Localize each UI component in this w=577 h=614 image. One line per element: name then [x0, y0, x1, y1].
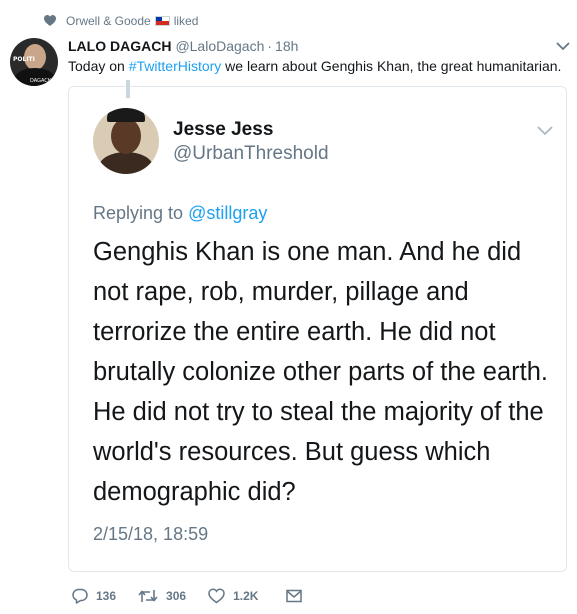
tweet-header: LALO DAGACH @LaloDagach · 18h — [68, 38, 298, 56]
quoted-text-line: He did not try to steal the majority of … — [93, 398, 544, 426]
avatar[interactable]: POLITI DAGACH — [10, 38, 58, 86]
quoted-tweet-text: Genghis Khan is one man. And he did not … — [93, 232, 563, 512]
quoted-text-line: world's resources. But guess which — [93, 438, 491, 466]
quoted-author-name[interactable]: Jesse Jess — [173, 119, 273, 141]
envelope-icon — [286, 589, 303, 603]
action-bar: 136 306 1.2K — [72, 585, 330, 607]
avatar-sublabel: DAGACH — [30, 78, 52, 84]
tweet-text: Today on #TwitterHistory we learn about … — [68, 58, 561, 74]
author-handle[interactable]: @LaloDagach — [175, 38, 264, 54]
heart-icon — [208, 588, 225, 604]
quoted-avatar[interactable] — [93, 108, 159, 174]
tweet-timestamp[interactable]: 18h — [275, 38, 298, 54]
social-context-actor[interactable]: Orwell & Goode — [66, 14, 151, 28]
chevron-down-icon[interactable] — [556, 40, 570, 52]
reply-icon — [72, 588, 88, 604]
direct-message-button[interactable] — [286, 589, 310, 603]
reply-button[interactable]: 136 — [72, 588, 116, 604]
chile-flag-icon — [154, 16, 170, 26]
quoted-author-handle[interactable]: @UrbanThreshold — [173, 143, 329, 165]
thread-connector — [126, 80, 130, 98]
quoted-text-line: brutally colonize other parts of the ear… — [93, 358, 549, 386]
author-name[interactable]: LALO DAGACH — [68, 38, 171, 54]
chevron-down-icon[interactable] — [537, 124, 553, 136]
tweet-text-after: we learn about Genghis Khan, the great h… — [221, 58, 562, 74]
retweet-icon — [138, 590, 158, 602]
retweet-button[interactable]: 306 — [138, 588, 186, 604]
retweet-count: 306 — [166, 589, 187, 603]
replying-to-label: Replying to — [93, 203, 184, 223]
social-context-action: liked — [173, 14, 199, 28]
replying-to: Replying to @stillgray — [93, 203, 267, 224]
social-context: Orwell & Goode liked — [44, 12, 198, 30]
quoted-text-line: terrorize the entire earth. He did not — [93, 318, 496, 346]
quoted-tweet-date[interactable]: 2/15/18, 18:59 — [93, 524, 208, 545]
reply-count: 136 — [96, 589, 117, 603]
avatar-label: POLITI — [13, 56, 35, 63]
like-button[interactable]: 1.2K — [208, 588, 258, 604]
mention-link[interactable]: @stillgray — [188, 203, 267, 223]
like-count: 1.2K — [233, 589, 259, 603]
hashtag-link[interactable]: #TwitterHistory — [129, 58, 222, 74]
separator-dot: · — [267, 38, 273, 54]
tweet-text-before: Today on — [68, 58, 129, 74]
quoted-text-line: Genghis Khan is one man. And he did — [93, 238, 522, 266]
heart-icon — [44, 15, 56, 26]
quoted-text-line: not rape, rob, murder, pillage and — [93, 278, 469, 306]
quoted-text-line: demographic did? — [93, 478, 296, 506]
